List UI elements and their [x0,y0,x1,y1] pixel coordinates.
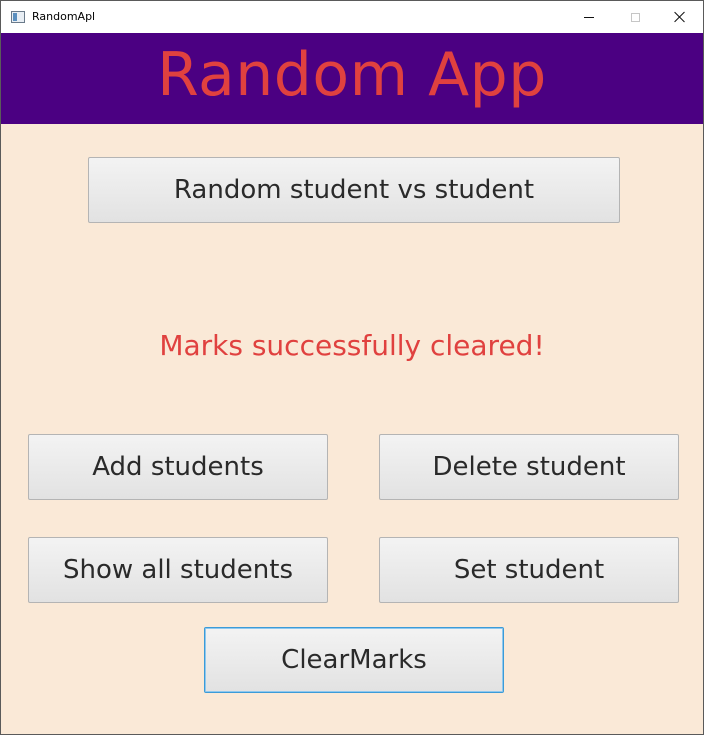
minimize-button[interactable] [566,1,612,33]
window-title: RandomApl [32,10,96,23]
minimize-icon [584,16,594,18]
maximize-icon [630,12,640,22]
close-button[interactable] [657,1,703,33]
delete-student-button[interactable]: Delete student [379,434,679,500]
app-window: RandomApl Random App Random student vs s… [0,0,704,735]
app-title: Random App [157,39,547,110]
status-message: Marks successfully cleared! [159,329,545,362]
set-student-button[interactable]: Set student [379,537,679,603]
app-window-icon [11,11,25,23]
show-all-students-button[interactable]: Show all students [28,537,328,603]
clear-marks-button[interactable]: ClearMarks [204,627,504,693]
main-content: Random student vs student Marks successf… [1,124,703,734]
random-student-vs-student-button[interactable]: Random student vs student [88,157,620,223]
maximize-button[interactable] [612,1,658,33]
title-bar[interactable]: RandomApl [1,1,703,33]
app-header: Random App [1,33,703,124]
add-students-button[interactable]: Add students [28,434,328,500]
close-icon [674,11,686,23]
